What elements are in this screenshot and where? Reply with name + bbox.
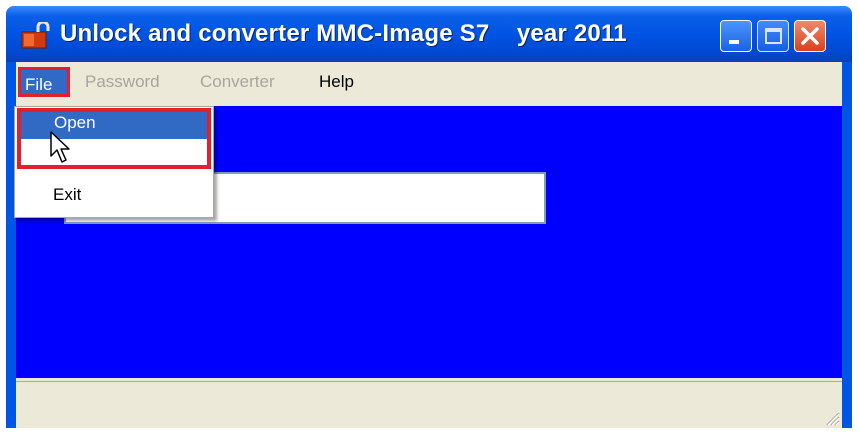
maximize-icon — [765, 28, 782, 44]
maximize-button[interactable] — [757, 20, 789, 52]
menu-password[interactable]: Password — [85, 72, 160, 92]
menu-converter[interactable]: Converter — [200, 72, 275, 92]
minimize-button[interactable] — [720, 20, 752, 52]
close-button[interactable] — [794, 20, 826, 52]
menu-file[interactable]: File — [18, 67, 70, 97]
close-icon — [801, 27, 819, 45]
mouse-cursor-icon — [50, 131, 70, 163]
app-lock-icon — [21, 22, 50, 49]
menu-help[interactable]: Help — [319, 72, 354, 92]
status-bar — [16, 381, 842, 428]
resize-grip-icon[interactable] — [824, 410, 840, 426]
window-title: Unlock and converter MMC-Image S7 year 2… — [60, 20, 627, 47]
minimize-icon — [729, 40, 739, 44]
menu-item-exit[interactable]: Exit — [53, 185, 81, 205]
highlight-box — [17, 108, 211, 169]
title-bar[interactable]: Unlock and converter MMC-Image S7 year 2… — [6, 6, 852, 62]
menu-bar: File Password Converter Help — [16, 62, 842, 102]
